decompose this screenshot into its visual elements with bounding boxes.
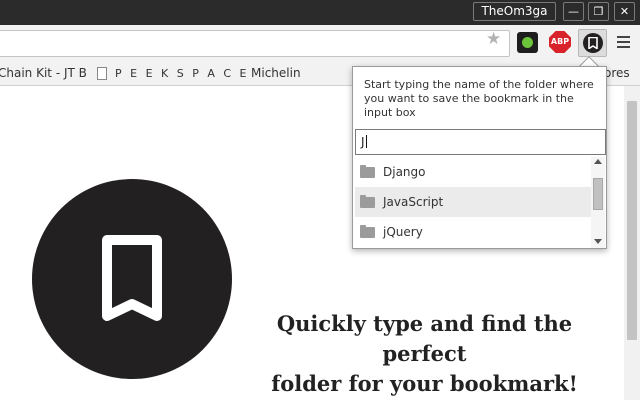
bookmark-icon: [102, 235, 162, 321]
folder-list-scroll-thumb[interactable]: [593, 178, 603, 210]
page-tagline: Quickly type and find the perfect folder…: [271, 311, 578, 396]
folder-item-javascript[interactable]: JavaScript: [355, 187, 591, 217]
page-scrollbar-thumb[interactable]: [627, 101, 637, 340]
adblock-plus-icon[interactable]: ABP: [549, 31, 571, 53]
bookmark-folder-popup: Start typing the name of the folder wher…: [352, 66, 607, 249]
logo: [32, 179, 232, 379]
folder-item-django[interactable]: Django: [355, 157, 591, 187]
scroll-down-arrow-icon[interactable]: [594, 239, 602, 244]
folder-search-input[interactable]: J: [355, 129, 606, 155]
folder-search-value: J: [361, 135, 365, 149]
folder-icon: [360, 165, 375, 178]
folder-list: Django JavaScript jQuery: [355, 157, 591, 247]
text-caret: [365, 135, 367, 148]
folder-item-jquery[interactable]: jQuery: [355, 217, 591, 247]
close-button[interactable]: ✕: [614, 2, 635, 21]
bookmark-icon: [583, 33, 603, 53]
bookmark-item-stores[interactable]: ores: [604, 66, 630, 80]
folder-list-scrollbar[interactable]: [591, 157, 605, 248]
folder-icon: [360, 225, 375, 238]
bookmark-extension-button[interactable]: [578, 29, 607, 57]
bookmark-star-icon[interactable]: ★: [486, 31, 501, 48]
maximize-button[interactable]: ❐: [588, 2, 609, 21]
page-icon: [97, 67, 107, 80]
minimize-button[interactable]: —: [563, 2, 584, 21]
popup-instructions: Start typing the name of the folder wher…: [364, 78, 594, 119]
folder-icon: [360, 195, 375, 208]
address-bar[interactable]: [0, 30, 510, 57]
window-title-bar: TheOm3ga — ❐ ✕: [0, 0, 640, 25]
green-dot-extension-icon[interactable]: [517, 32, 538, 53]
browser-toolbar: ★ ABP: [0, 25, 640, 62]
profile-button[interactable]: TheOm3ga: [473, 2, 556, 21]
hamburger-menu-icon[interactable]: [617, 36, 630, 48]
folder-label: Django: [383, 165, 426, 179]
bookmark-item-peekspace[interactable]: P E E K S P A C E: [115, 67, 249, 80]
scroll-up-arrow-icon[interactable]: [594, 159, 602, 164]
bookmark-item-michelin[interactable]: Michelin: [251, 66, 301, 80]
folder-label: JavaScript: [383, 195, 444, 209]
folder-label: jQuery: [383, 225, 423, 239]
bookmark-item-chain-kit[interactable]: Chain Kit - JT B: [0, 66, 87, 80]
